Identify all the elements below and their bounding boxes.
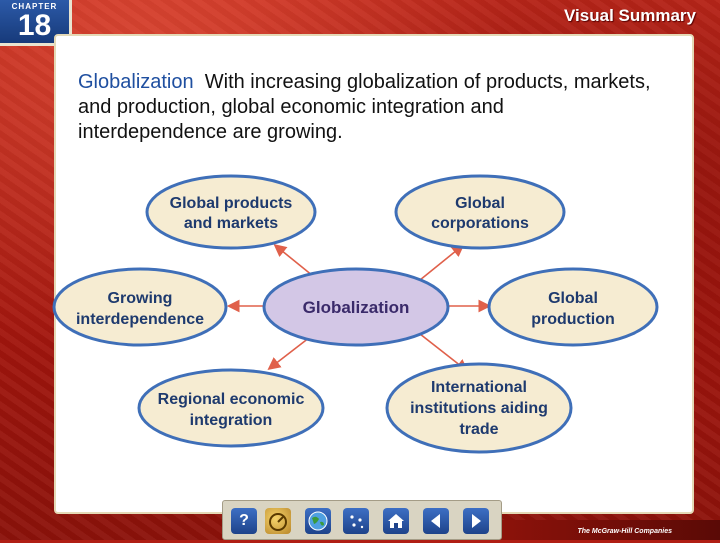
previous-icon xyxy=(431,514,440,528)
stars-icon xyxy=(350,515,364,529)
node-bottom-right-line-3: trade xyxy=(459,421,498,438)
help-icon: ? xyxy=(239,512,249,529)
node-top-right-line-2: corporations xyxy=(431,215,529,232)
node-top-right: Global corporations xyxy=(394,174,566,250)
node-top-left: Global products and markets xyxy=(145,174,317,250)
home-icon xyxy=(388,514,404,528)
node-bottom-right-line-1: International xyxy=(431,379,527,396)
next-icon xyxy=(472,514,481,528)
node-bottom-right-line-2: institutions aiding xyxy=(410,400,548,417)
node-center: Globalization xyxy=(262,267,450,347)
node-mid-left-line-1: Growing xyxy=(108,290,173,307)
node-center-label: Globalization xyxy=(303,298,410,317)
node-bottom-left-line-2: integration xyxy=(190,412,273,429)
globe-icon xyxy=(308,511,328,531)
next-button[interactable] xyxy=(463,508,489,534)
help-button[interactable]: ? xyxy=(231,508,257,534)
globalization-diagram: Global products and markets Global corpo… xyxy=(52,174,659,454)
publisher-logo: The McGraw-Hill Companies xyxy=(577,528,672,535)
node-mid-left: Growing interdependence xyxy=(52,267,228,347)
gauge-button[interactable] xyxy=(265,508,291,534)
navigation-toolbar: ? xyxy=(222,500,502,540)
node-mid-left-line-2: interdependence xyxy=(76,311,204,328)
arrow-top-right xyxy=(419,243,465,281)
globe-button[interactable] xyxy=(305,508,331,534)
node-top-right-line-1: Global xyxy=(455,195,505,212)
stars-button[interactable] xyxy=(343,508,369,534)
home-button[interactable] xyxy=(383,508,409,534)
node-top-left-line-2: and markets xyxy=(184,215,278,232)
node-bottom-left-line-1: Regional economic xyxy=(158,391,305,408)
previous-button[interactable] xyxy=(423,508,449,534)
node-mid-right-line-1: Global xyxy=(548,290,598,307)
node-mid-right: Global production xyxy=(487,267,659,347)
node-bottom-left: Regional economic integration xyxy=(137,368,325,448)
node-top-left-line-1: Global products xyxy=(170,195,293,212)
node-mid-right-line-2: production xyxy=(531,311,615,328)
node-bottom-right: International institutions aiding trade xyxy=(385,362,573,454)
gauge-icon xyxy=(269,513,287,531)
